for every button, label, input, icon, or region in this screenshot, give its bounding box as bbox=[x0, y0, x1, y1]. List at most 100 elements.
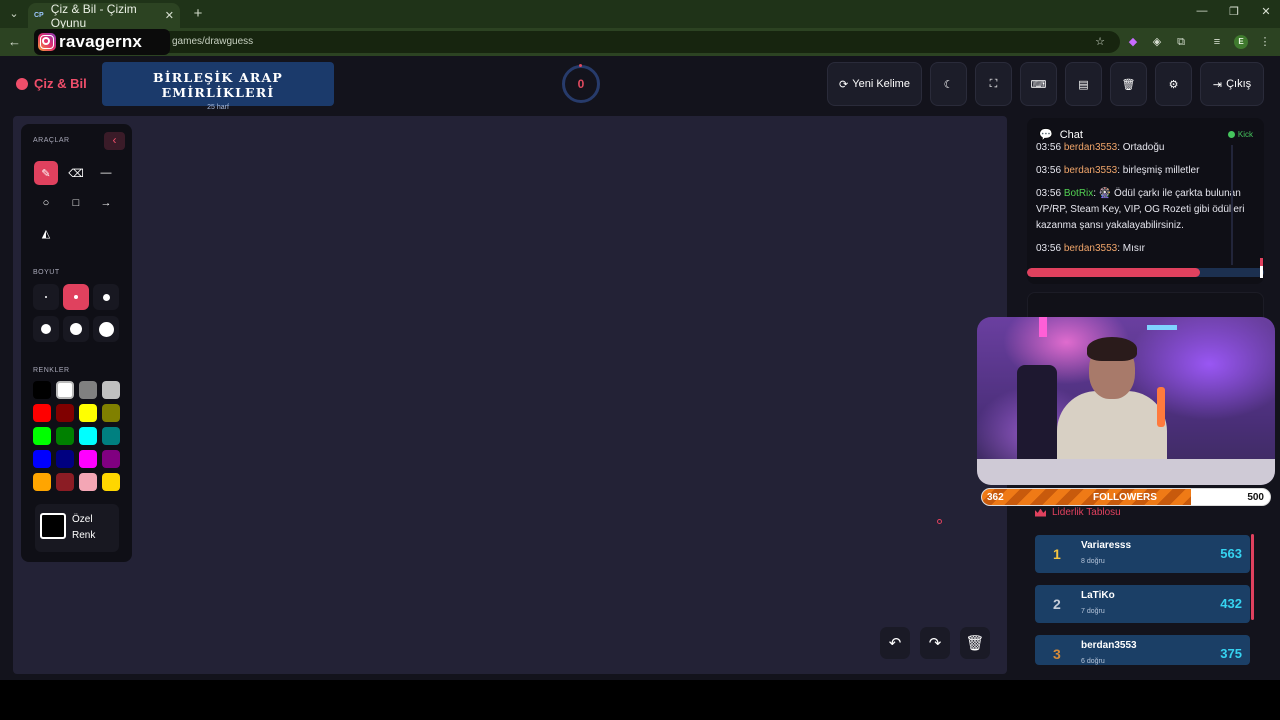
color-swatch[interactable] bbox=[79, 450, 97, 468]
keyboard-icon: ⌨ bbox=[1030, 78, 1047, 91]
size-option-3[interactable] bbox=[93, 284, 119, 310]
leaderboard-scrollbar[interactable] bbox=[1251, 534, 1254, 620]
followers-current: 362 bbox=[987, 492, 1004, 503]
color-swatch[interactable] bbox=[102, 381, 120, 399]
fullscreen-button[interactable]: ⛶ bbox=[975, 62, 1012, 106]
size-option-1[interactable] bbox=[33, 284, 59, 310]
new-word-button[interactable]: ⟳ Yeni Kelime bbox=[827, 62, 922, 106]
custom-color-button[interactable]: Özel Renk bbox=[35, 504, 119, 552]
message-user[interactable]: BotRix bbox=[1064, 188, 1093, 199]
custom-color-label: Özel Renk bbox=[72, 514, 96, 541]
media-icon[interactable]: ≡ bbox=[1208, 34, 1226, 50]
leaderboard-title: Liderlik Tablosu bbox=[1035, 507, 1121, 518]
instagram-overlay: ravagernx bbox=[34, 29, 170, 55]
word-display: BİRLEŞİK ARAP EMİRLİKLERİ 25 harf bbox=[102, 62, 334, 111]
tools-section-title: ARAÇLAR bbox=[33, 137, 70, 144]
color-swatch[interactable] bbox=[79, 381, 97, 399]
color-swatch[interactable] bbox=[33, 381, 51, 399]
drawing-canvas[interactable] bbox=[13, 116, 1007, 674]
extension-icon[interactable]: ◆ bbox=[1124, 34, 1142, 50]
color-swatch[interactable] bbox=[79, 427, 97, 445]
delete-button[interactable]: 🗑 bbox=[1110, 62, 1147, 106]
arrow-tool[interactable]: → bbox=[94, 191, 118, 215]
color-swatch[interactable] bbox=[33, 404, 51, 422]
followers-label: FOLLOWERS bbox=[1093, 492, 1157, 503]
color-swatch[interactable] bbox=[102, 404, 120, 422]
line-tool[interactable]: — bbox=[94, 161, 118, 185]
rectangle-tool[interactable]: □ bbox=[64, 191, 88, 215]
chat-scrollbar[interactable] bbox=[1231, 145, 1233, 265]
color-swatch[interactable] bbox=[56, 450, 74, 468]
chat-panel: 💬 Chat Kick 03:56 berdan3553: Ortadoğu 03… bbox=[1027, 118, 1264, 284]
settings-button[interactable]: ⚙ bbox=[1155, 62, 1192, 106]
browser-tabbar: ⌄ CP Çiz & Bil - Çizim Oyunu ✕ + — ❐ ✕ bbox=[0, 0, 1280, 30]
menu-icon[interactable]: ⋮ bbox=[1256, 34, 1274, 50]
browser-tab[interactable]: CP Çiz & Bil - Çizim Oyunu ✕ bbox=[28, 2, 180, 30]
bookmark-star-icon[interactable]: ☆ bbox=[1091, 34, 1109, 50]
color-swatch[interactable] bbox=[56, 404, 74, 422]
color-swatch[interactable] bbox=[102, 450, 120, 468]
trash-icon: 🗑 bbox=[1121, 78, 1136, 91]
platform-name: Kick bbox=[1237, 130, 1253, 139]
pen-tool[interactable]: ✎ bbox=[34, 161, 58, 185]
color-swatch[interactable] bbox=[56, 427, 74, 445]
minimize-icon[interactable]: — bbox=[1192, 5, 1212, 17]
entry-rank: 2 bbox=[1053, 596, 1061, 612]
tab-close-icon[interactable]: ✕ bbox=[165, 9, 174, 22]
size-option-5[interactable] bbox=[63, 316, 89, 342]
chat-title: Chat bbox=[1059, 128, 1083, 141]
restore-icon[interactable]: ❐ bbox=[1224, 5, 1244, 18]
color-swatch[interactable] bbox=[79, 473, 97, 491]
entry-correct-count: 6 doğru bbox=[1081, 658, 1105, 665]
exit-button[interactable]: ⇥ Çıkış bbox=[1200, 62, 1264, 106]
chat-message: 03:56 berdan3553: Mısır bbox=[1036, 241, 1256, 257]
color-swatch[interactable] bbox=[56, 473, 74, 491]
url-text[interactable]: games/drawguess bbox=[172, 36, 253, 47]
message-user[interactable]: berdan3553 bbox=[1064, 165, 1117, 176]
brand[interactable]: Çiz & Bil bbox=[16, 76, 87, 91]
message-time: 03:56 bbox=[1036, 188, 1064, 199]
color-swatch[interactable] bbox=[33, 473, 51, 491]
circle-tool[interactable]: ○ bbox=[34, 191, 58, 215]
color-swatch[interactable] bbox=[56, 381, 74, 399]
color-swatch[interactable] bbox=[79, 404, 97, 422]
keyboard-button[interactable]: ⌨ bbox=[1020, 62, 1057, 106]
size-option-2[interactable] bbox=[63, 284, 89, 310]
redo-button[interactable]: ↷ bbox=[920, 627, 950, 659]
entry-score: 375 bbox=[1220, 646, 1242, 661]
color-swatch[interactable] bbox=[33, 450, 51, 468]
profile-avatar[interactable]: E bbox=[1234, 35, 1248, 49]
paint-bucket-icon: ◭ bbox=[41, 227, 51, 240]
collapse-panel-button[interactable]: ‹ bbox=[104, 132, 125, 150]
size-dot bbox=[102, 293, 110, 301]
archive-button[interactable]: ▤ bbox=[1065, 62, 1102, 106]
size-dot bbox=[74, 295, 78, 299]
size-option-6[interactable] bbox=[93, 316, 119, 342]
entry-correct-count: 7 doğru bbox=[1081, 608, 1105, 615]
custom-color-preview bbox=[40, 513, 66, 539]
size-option-4[interactable] bbox=[33, 316, 59, 342]
new-tab-icon[interactable]: + bbox=[188, 4, 208, 24]
chat-message: 03:56 BotRix: 🎡 Ödül çarkı ile çarkta bu… bbox=[1036, 186, 1256, 234]
brush-cursor bbox=[937, 519, 942, 524]
eraser-icon: ⌫ bbox=[68, 167, 84, 180]
entry-name: Variaresss bbox=[1081, 540, 1132, 551]
color-swatch[interactable] bbox=[102, 473, 120, 491]
color-swatch[interactable] bbox=[33, 427, 51, 445]
message-user[interactable]: berdan3553 bbox=[1064, 243, 1117, 254]
color-swatch[interactable] bbox=[102, 427, 120, 445]
leaderboard-title-text: Liderlik Tablosu bbox=[1052, 507, 1121, 518]
bottom-strip bbox=[0, 680, 1280, 720]
extension-icon-2[interactable]: ◈ bbox=[1148, 34, 1166, 50]
fill-tool[interactable]: ◭ bbox=[34, 221, 58, 245]
eraser-tool[interactable]: ⌫ bbox=[64, 161, 88, 185]
clear-canvas-button[interactable]: 🗑 bbox=[960, 627, 990, 659]
tab-list-icon[interactable]: ⌄ bbox=[4, 4, 24, 24]
puzzle-icon[interactable]: ⧉ bbox=[1172, 34, 1190, 50]
close-window-icon[interactable]: ✕ bbox=[1256, 5, 1276, 18]
dark-mode-button[interactable]: ☾ bbox=[930, 62, 967, 106]
message-text: : Ortadoğu bbox=[1117, 142, 1165, 153]
message-user[interactable]: berdan3553 bbox=[1064, 142, 1117, 153]
back-icon[interactable]: ← bbox=[8, 32, 24, 52]
undo-button[interactable]: ↶ bbox=[880, 627, 910, 659]
